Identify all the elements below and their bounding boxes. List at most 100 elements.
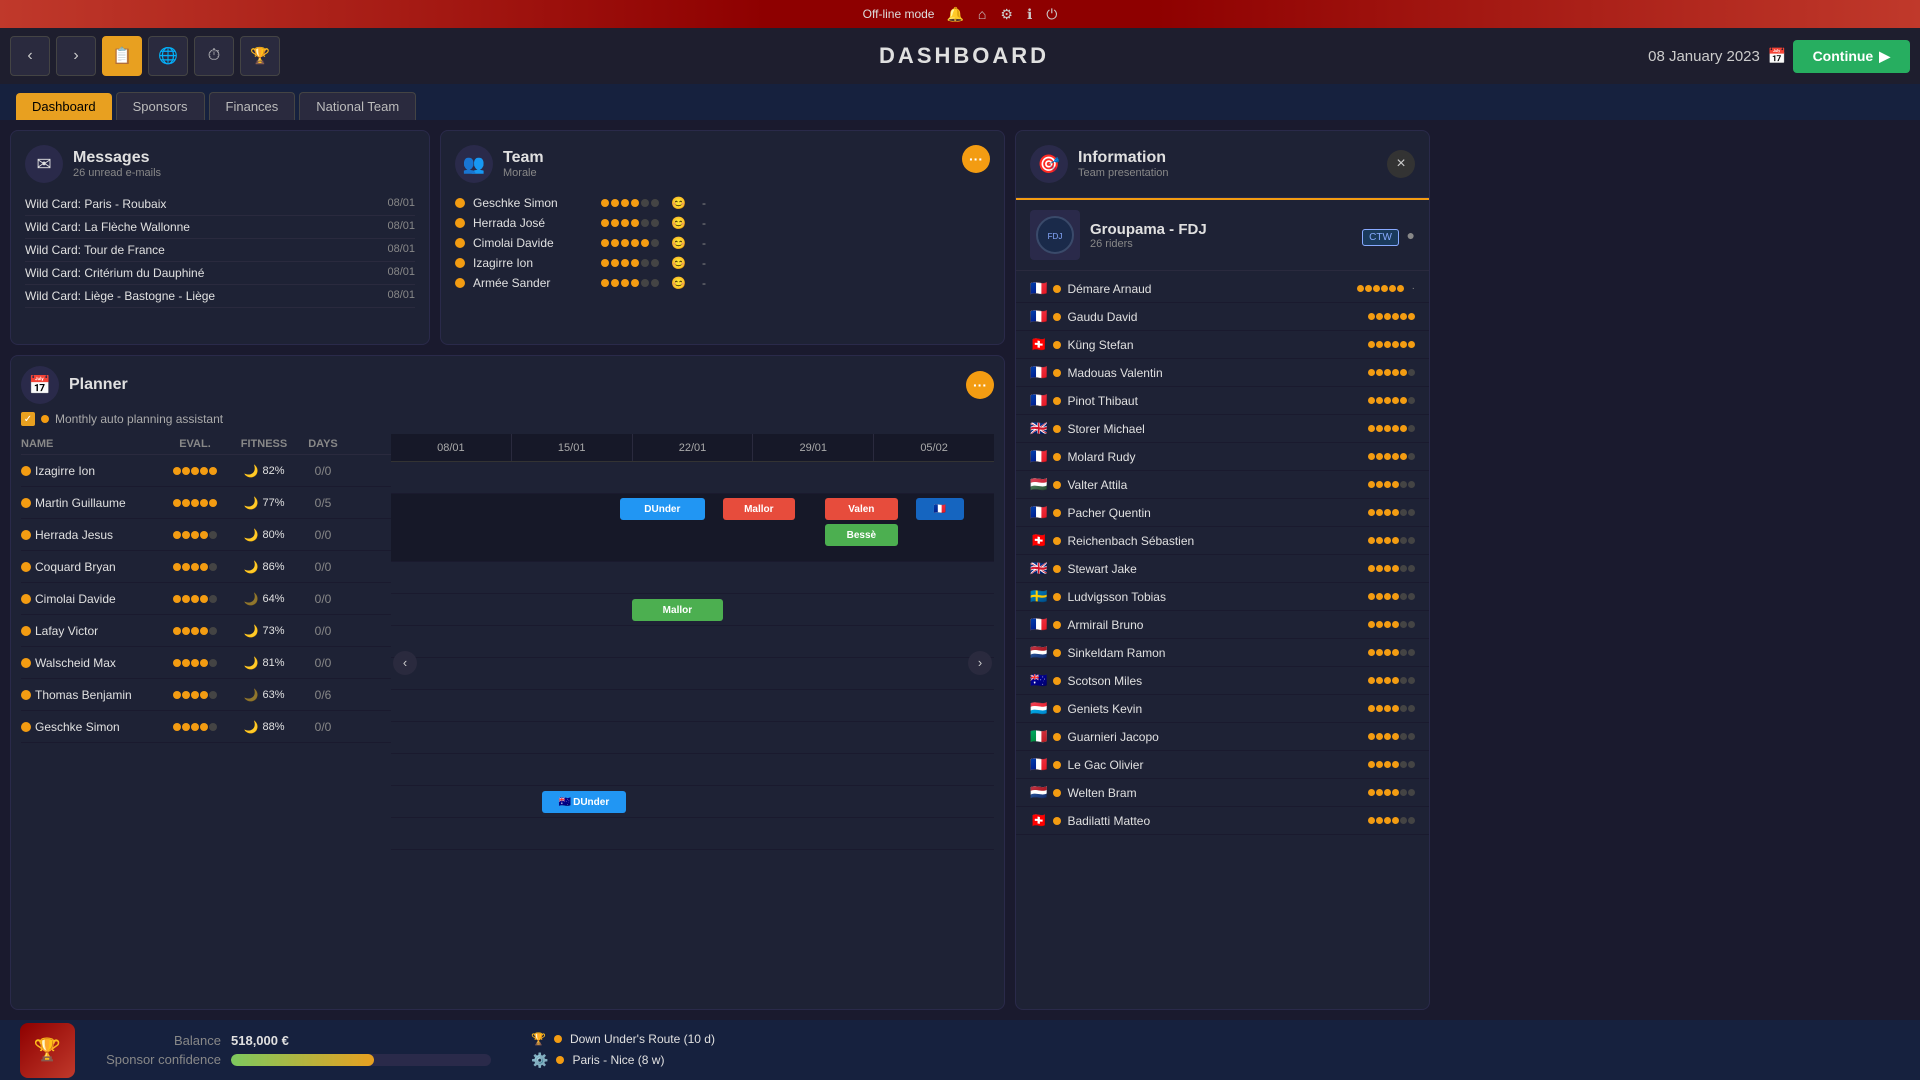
rider-dot-11 (1053, 565, 1061, 573)
race-item-1[interactable]: 🏆 Down Under's Route (10 d) (531, 1032, 715, 1046)
rating-16 (1368, 705, 1415, 712)
info-rider-10[interactable]: 🇨🇭 Reichenbach Sébastien (1016, 527, 1429, 555)
info-rider-20[interactable]: 🇨🇭 Badilatti Matteo (1016, 807, 1429, 835)
nav-forward-button[interactable]: › (56, 36, 96, 76)
info-rider-18[interactable]: 🇫🇷 Le Gac Olivier (1016, 751, 1429, 779)
calendar-icon[interactable]: 📅 (1768, 47, 1787, 65)
nav-globe-button[interactable]: 🌐 (148, 36, 188, 76)
pr-dot-6 (21, 626, 31, 636)
col-days-header: DAYS (303, 438, 343, 450)
info-rider-11[interactable]: 🇬🇧 Stewart Jake (1016, 555, 1429, 583)
info-rider-1[interactable]: 🇫🇷 Démare Arnaud · (1016, 275, 1429, 303)
info-rider-19[interactable]: 🇳🇱 Welten Bram (1016, 779, 1429, 807)
rider-name-1: Geschke Simon (473, 196, 593, 210)
msg-item-5[interactable]: Wild Card: Liège - Bastogne - Liège 08/0… (25, 285, 415, 308)
planner-rider-6[interactable]: Lafay Victor 🌙73% 0/0 (21, 615, 391, 647)
rider-dot-19 (1053, 789, 1061, 797)
race-block-fr[interactable]: 🇫🇷 (916, 498, 964, 520)
race-block-valen[interactable]: Valen (825, 498, 897, 520)
planner-icon: 📅 (21, 366, 59, 404)
info-rider-4[interactable]: 🇫🇷 Madouas Valentin (1016, 359, 1429, 387)
nav-clock-button[interactable]: ⏱ (194, 36, 234, 76)
msg-item-2[interactable]: Wild Card: La Flèche Wallonne 08/01 (25, 216, 415, 239)
tab-finances[interactable]: Finances (209, 92, 296, 120)
race-icon-2: ⚙️ (531, 1052, 548, 1069)
planner-rider-7[interactable]: Walscheid Max 🌙81% 0/0 (21, 647, 391, 679)
morale-dots-5 (601, 279, 659, 287)
gear-icon[interactable]: ⚙ (1000, 6, 1013, 23)
info-rider-9[interactable]: 🇫🇷 Pacher Quentin (1016, 499, 1429, 527)
info-rider-16[interactable]: 🇱🇺 Geniets Kevin (1016, 695, 1429, 723)
rating-6 (1368, 425, 1415, 432)
messages-title: Messages (73, 149, 161, 167)
info-rider-7[interactable]: 🇫🇷 Molard Rudy (1016, 443, 1429, 471)
nav-trophy-button[interactable]: 🏆 (240, 36, 280, 76)
msg-item-4[interactable]: Wild Card: Critérium du Dauphiné 08/01 (25, 262, 415, 285)
race-block-mallor-top[interactable]: Mallor (723, 498, 795, 520)
tl-rider-row-3 (391, 626, 994, 658)
planner-rider-3[interactable]: Herrada Jesus 🌙80% 0/0 (21, 519, 391, 551)
team-more-button[interactable]: ··· (962, 145, 990, 173)
info-rider-14[interactable]: 🇳🇱 Sinkeldam Ramon (1016, 639, 1429, 667)
race-block-dunder-bot[interactable]: 🇦🇺DUnder (542, 791, 626, 813)
morale-dots-1 (601, 199, 659, 207)
info-rider-17[interactable]: 🇮🇹 Guarnieri Jacopo (1016, 723, 1429, 751)
home-icon[interactable]: ⌂ (978, 6, 986, 22)
msg-item-3[interactable]: Wild Card: Tour de France 08/01 (25, 239, 415, 262)
info-rider-6[interactable]: 🇬🇧 Storer Michael (1016, 415, 1429, 443)
info-rider-name-9: Pacher Quentin (1067, 506, 1362, 520)
pr-dot-3 (21, 530, 31, 540)
top-bar: Off-line mode 🔔 ⌂ ⚙ ℹ ⏻ (0, 0, 1920, 28)
tab-sponsors[interactable]: Sponsors (116, 92, 205, 120)
msg-item-1[interactable]: Wild Card: Paris - Roubaix 08/01 (25, 193, 415, 216)
info-rider-8[interactable]: 🇭🇺 Valter Attila (1016, 471, 1429, 499)
planner-rider-5[interactable]: Cimolai Davide 🌙64% 0/0 (21, 583, 391, 615)
timeline-prev-button[interactable]: ‹ (393, 651, 417, 675)
sponsor-row: Sponsor confidence (91, 1052, 491, 1067)
info-rider-name-19: Welten Bram (1067, 786, 1362, 800)
riders-list: 🇫🇷 Démare Arnaud · 🇫🇷 Gaudu David 🇨🇭 (1016, 271, 1429, 1009)
bell-icon[interactable]: 🔔 (946, 6, 963, 23)
info-panel-close-button[interactable]: × (1387, 150, 1415, 178)
top-bar-icons: 🔔 ⌂ ⚙ ℹ ⏻ (946, 6, 1057, 23)
bottom-bar: 🏆 Balance 518,000 € Sponsor confidence 🏆… (0, 1020, 1920, 1080)
race-item-2[interactable]: ⚙️ Paris - Nice (8 w) (531, 1052, 715, 1069)
info-rider-15[interactable]: 🇦🇺 Scotson Miles (1016, 667, 1429, 695)
race-block-besse[interactable]: Bessè (825, 524, 897, 546)
planner-rider-1[interactable]: Izagirre Ion 🌙82% 0/0 (21, 455, 391, 487)
planner-rider-8[interactable]: Thomas Benjamin 🌙63% 0/6 (21, 679, 391, 711)
info-rider-name-8: Valter Attila (1067, 478, 1362, 492)
race-block-dunder-top[interactable]: DUnder (620, 498, 704, 520)
planner-more-button[interactable]: ··· (966, 371, 994, 399)
rider-dot-12 (1053, 593, 1061, 601)
rider-status-dot-3 (455, 238, 465, 248)
tab-dashboard[interactable]: Dashboard (16, 93, 112, 120)
planner-rider-9[interactable]: Geschke Simon 🌙88% 0/0 (21, 711, 391, 743)
info-rider-5[interactable]: 🇫🇷 Pinot Thibaut (1016, 387, 1429, 415)
nav-dashboard-button[interactable]: 📋 (102, 36, 142, 76)
auto-planning-checkbox[interactable]: ✓ (21, 412, 35, 426)
pr-dot-8 (21, 690, 31, 700)
team-logo: FDJ (1030, 210, 1080, 260)
rating-13 (1368, 621, 1415, 628)
continue-button[interactable]: Continue ▶ (1793, 40, 1910, 73)
tab-national-team[interactable]: National Team (299, 92, 416, 120)
rating-11 (1368, 565, 1415, 572)
nav-back-button[interactable]: ‹ (10, 36, 50, 76)
planner-rider-2[interactable]: Martin Guillaume 🌙77% 0/5 (21, 487, 391, 519)
info-rider-12[interactable]: 🇸🇪 Ludvigsson Tobias (1016, 583, 1429, 611)
info-icon[interactable]: ℹ (1027, 6, 1032, 23)
planner-rider-4[interactable]: Coquard Bryan 🌙86% 0/0 (21, 551, 391, 583)
power-icon[interactable]: ⏻ (1046, 6, 1057, 23)
dash-3: - (702, 236, 706, 250)
balance-label: Balance (91, 1033, 221, 1048)
team-card: ··· 👥 Team Morale Geschke Simon (440, 130, 1005, 345)
info-rider-2[interactable]: 🇫🇷 Gaudu David (1016, 303, 1429, 331)
timeline-next-button[interactable]: › (968, 651, 992, 675)
info-rider-13[interactable]: 🇫🇷 Armirail Bruno (1016, 611, 1429, 639)
smiley-2: 😊 (671, 216, 686, 230)
ctw-badge: CTW (1362, 229, 1399, 246)
info-rider-3[interactable]: 🇨🇭 Küng Stefan (1016, 331, 1429, 359)
tl-date-1: 08/01 (391, 434, 512, 461)
race-block-mallor-mid[interactable]: Mallor (632, 599, 722, 621)
